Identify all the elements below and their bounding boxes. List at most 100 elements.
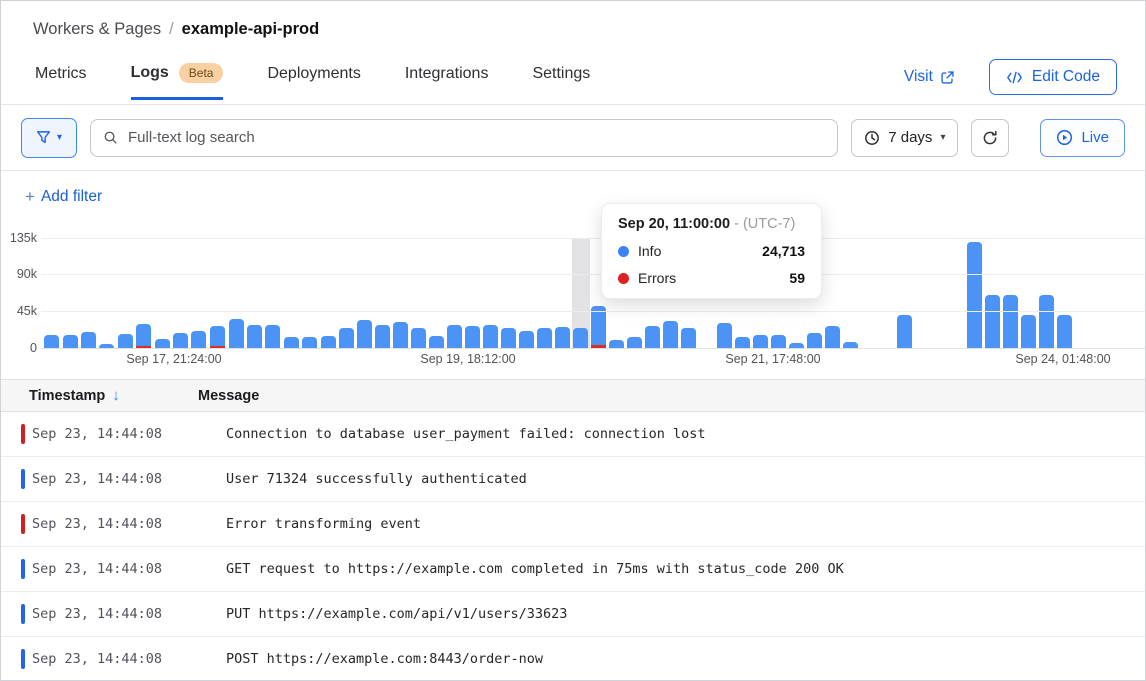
histogram-bar[interactable]	[63, 335, 78, 348]
edit-code-label: Edit Code	[1032, 68, 1100, 86]
tab-deployments[interactable]: Deployments	[267, 65, 360, 100]
log-row[interactable]: Sep 23, 14:44:08 Connection to database …	[1, 412, 1145, 457]
breadcrumb-current: example-api-prod	[182, 20, 320, 38]
table-header: Timestamp ↓ Message	[1, 379, 1145, 412]
histogram-bar[interactable]	[753, 335, 768, 348]
log-message: GET request to https://example.com compl…	[198, 561, 844, 577]
log-timestamp: Sep 23, 14:44:08	[32, 426, 198, 442]
info-segment	[465, 326, 480, 348]
histogram-bar[interactable]	[735, 337, 750, 348]
histogram-bar[interactable]	[339, 328, 354, 348]
timestamp-column-header[interactable]: Timestamp ↓	[1, 387, 198, 404]
histogram-bar[interactable]	[81, 332, 96, 348]
edit-code-button[interactable]: Edit Code	[989, 59, 1117, 95]
series-name: Errors	[638, 270, 676, 286]
info-segment	[967, 242, 982, 348]
histogram-bar[interactable]	[357, 320, 372, 348]
histogram-bar[interactable]	[229, 319, 244, 348]
log-message: User 71324 successfully authenticated	[198, 471, 527, 487]
histogram-bar[interactable]	[555, 327, 570, 348]
histogram-bar[interactable]	[284, 337, 299, 348]
info-segment	[229, 319, 244, 348]
histogram-bar[interactable]	[967, 242, 982, 348]
histogram-bar[interactable]	[537, 328, 552, 348]
histogram-bar[interactable]	[118, 334, 133, 348]
histogram-bar[interactable]	[609, 340, 624, 348]
histogram-bar[interactable]	[393, 322, 408, 348]
histogram-bar[interactable]	[155, 339, 170, 348]
histogram-bar[interactable]	[173, 333, 188, 348]
severity-indicator	[21, 469, 25, 489]
play-circle-icon	[1056, 129, 1073, 146]
info-segment	[44, 335, 59, 348]
histogram-bar[interactable]	[1021, 315, 1036, 348]
histogram-bar[interactable]	[429, 336, 444, 348]
live-button[interactable]: Live	[1040, 119, 1125, 157]
sort-descending-icon[interactable]: ↓	[112, 387, 120, 404]
log-row[interactable]: Sep 23, 14:44:08 GET request to https://…	[1, 547, 1145, 592]
gridline	[41, 274, 1145, 275]
info-segment	[1057, 315, 1072, 348]
add-filter-button[interactable]: + Add filter	[25, 171, 102, 223]
histogram-bar[interactable]	[483, 325, 498, 348]
histogram-bar[interactable]	[627, 337, 642, 348]
code-icon	[1006, 71, 1023, 84]
clock-icon	[864, 130, 880, 146]
tab-metrics[interactable]: Metrics	[35, 65, 87, 100]
info-segment	[537, 328, 552, 348]
search-input[interactable]	[126, 128, 825, 147]
visit-link[interactable]: Visit	[904, 68, 955, 86]
histogram-bar[interactable]	[265, 325, 280, 348]
histogram-bar[interactable]	[663, 321, 678, 348]
tab-integrations[interactable]: Integrations	[405, 65, 489, 100]
page-header: Workers & Pages/example-api-prod Metrics…	[1, 1, 1145, 105]
histogram-bar[interactable]	[136, 324, 151, 348]
tab-settings[interactable]: Settings	[532, 65, 590, 100]
x-axis-tick-label: Sep 21, 17:48:00	[703, 352, 843, 366]
histogram-bar[interactable]	[717, 323, 732, 348]
log-row[interactable]: Sep 23, 14:44:08 PUT https://example.com…	[1, 592, 1145, 637]
histogram-bar[interactable]	[210, 326, 225, 348]
histogram-bar[interactable]	[519, 331, 534, 348]
histogram-bar[interactable]	[302, 337, 317, 348]
histogram-bar[interactable]	[375, 325, 390, 348]
info-segment	[302, 337, 317, 348]
log-timestamp: Sep 23, 14:44:08	[32, 471, 198, 487]
tab-logs[interactable]: LogsBeta	[131, 63, 224, 100]
histogram-bar[interactable]	[645, 326, 660, 348]
breadcrumb-section[interactable]: Workers & Pages	[33, 20, 161, 38]
info-segment	[717, 323, 732, 348]
tab-label: Integrations	[405, 65, 489, 83]
histogram-bar[interactable]	[807, 333, 822, 348]
histogram-bar[interactable]	[771, 335, 786, 348]
time-range-button[interactable]: 7 days ▾	[851, 119, 958, 157]
histogram-bar[interactable]	[44, 335, 59, 348]
histogram-bar[interactable]	[985, 295, 1000, 348]
filter-menu-button[interactable]: ▾	[21, 118, 77, 158]
histogram-bar[interactable]	[897, 315, 912, 348]
search-icon	[103, 130, 118, 145]
severity-indicator	[21, 559, 25, 579]
histogram-bar[interactable]	[1039, 295, 1054, 348]
histogram-bar[interactable]	[1057, 315, 1072, 348]
x-axis-tick-label: Sep 17, 21:24:00	[104, 352, 244, 366]
histogram-bar[interactable]	[191, 331, 206, 348]
refresh-button[interactable]	[971, 119, 1009, 157]
histogram-bar[interactable]	[1003, 295, 1018, 348]
log-row[interactable]: Sep 23, 14:44:08 POST https://example.co…	[1, 637, 1145, 681]
severity-indicator	[21, 514, 25, 534]
histogram-bar[interactable]	[573, 328, 588, 348]
histogram-bar[interactable]	[247, 325, 262, 348]
histogram-bar[interactable]	[447, 325, 462, 348]
log-row[interactable]: Sep 23, 14:44:08 User 71324 successfully…	[1, 457, 1145, 502]
timestamp-header-label: Timestamp	[29, 388, 105, 404]
histogram-bar[interactable]	[321, 336, 336, 348]
histogram-bar[interactable]	[825, 326, 840, 348]
info-segment	[501, 328, 516, 348]
histogram-bar[interactable]	[465, 326, 480, 348]
histogram-bar[interactable]	[411, 328, 426, 348]
histogram-bar[interactable]	[681, 328, 696, 348]
histogram-bar[interactable]	[501, 328, 516, 348]
log-row[interactable]: Sep 23, 14:44:08 Error transforming even…	[1, 502, 1145, 547]
header-actions: Visit Edit Code	[904, 59, 1117, 95]
